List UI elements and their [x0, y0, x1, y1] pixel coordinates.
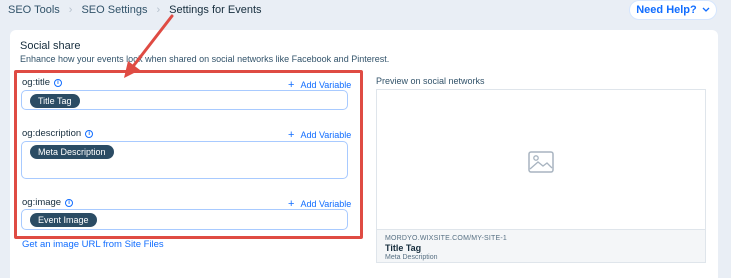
- preview-url: MORDYO.WIXSITE.COM/MY-SITE-1: [385, 235, 508, 242]
- preview-label: Preview on social networks: [376, 76, 485, 86]
- preview-meta: MORDYO.WIXSITE.COM/MY-SITE-1 Title Tag M…: [377, 230, 705, 262]
- image-placeholder-icon: [528, 151, 554, 173]
- social-preview-card: MORDYO.WIXSITE.COM/MY-SITE-1 Title Tag M…: [376, 89, 706, 263]
- preview-title: Title Tag: [385, 243, 422, 253]
- preview-description: Meta Description: [385, 254, 438, 261]
- preview-image-area: [377, 90, 705, 230]
